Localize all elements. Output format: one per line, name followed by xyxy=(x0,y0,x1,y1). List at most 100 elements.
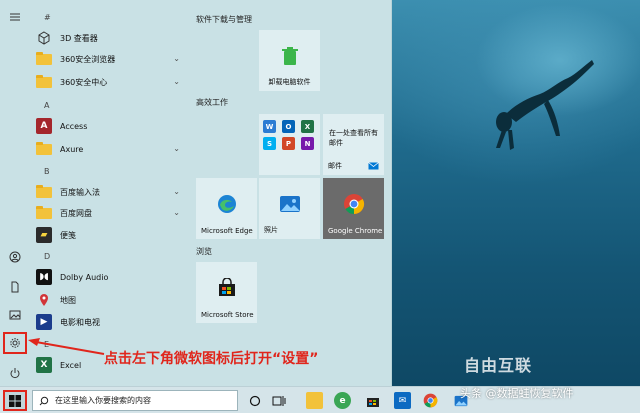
tile-label: 卸载电脑软件 xyxy=(268,78,311,86)
tile-edge[interactable]: Microsoft Edge xyxy=(196,178,257,239)
tile-office-apps[interactable]: W O X S P N xyxy=(259,114,320,175)
tile-chrome[interactable]: Google Chrome xyxy=(323,178,384,239)
annotation-arrow xyxy=(28,338,105,355)
pictures-button[interactable] xyxy=(3,304,27,326)
chevron-down-icon: ⌄ xyxy=(173,208,180,217)
hamburger-menu-button[interactable] xyxy=(3,6,27,28)
windows-start-button[interactable] xyxy=(3,390,27,411)
tile-uninstall[interactable]: 卸载电脑软件 xyxy=(259,30,320,91)
swimmer-image xyxy=(496,60,594,150)
power-icon xyxy=(10,368,20,379)
access-icon: A xyxy=(36,118,52,134)
skype-icon: S xyxy=(263,137,276,150)
edge-icon xyxy=(217,194,236,213)
app-sticky-notes[interactable]: ▰ 便笺 xyxy=(36,224,186,246)
folder-icon xyxy=(36,184,52,198)
app-label: Dolby Audio xyxy=(60,272,109,282)
search-placeholder: 在这里输入你要搜索的内容 xyxy=(55,396,151,405)
folder-icon xyxy=(36,74,52,88)
documents-button[interactable] xyxy=(3,276,27,298)
store-button[interactable] xyxy=(364,392,381,409)
tile-label: Microsoft Store xyxy=(201,311,254,319)
trash-icon xyxy=(281,46,298,65)
tile-group-title: 高效工作 xyxy=(196,98,228,107)
task-view-icon xyxy=(272,395,285,406)
cube-icon xyxy=(36,30,52,46)
app-360-security-folder[interactable]: 360安全中心 ⌄ xyxy=(36,71,186,93)
store-icon xyxy=(218,277,235,296)
mail-button[interactable]: ✉ xyxy=(394,392,411,409)
account-button[interactable] xyxy=(3,246,27,268)
browser-e-icon: e xyxy=(339,395,346,406)
store-bag-icon xyxy=(366,397,379,407)
app-baidu-ime-folder[interactable]: 百度输入法 ⌄ xyxy=(36,181,186,203)
onenote-icon: N xyxy=(301,137,314,150)
excel-icon: X xyxy=(301,120,314,133)
power-button[interactable] xyxy=(3,362,27,384)
group-header-d: D xyxy=(44,252,51,261)
app-label: 3D 查看器 xyxy=(60,33,98,43)
dolby-icon: ◗◖ xyxy=(36,269,52,285)
taskbar-search-box[interactable]: 在这里输入你要搜索的内容 xyxy=(32,390,238,411)
cortana-icon xyxy=(249,395,260,406)
app-label: Access xyxy=(60,121,88,131)
windows-logo-icon xyxy=(9,394,21,407)
chevron-down-icon: ⌄ xyxy=(173,187,180,196)
tile-label: 照片 xyxy=(264,226,278,234)
folder-icon xyxy=(36,205,52,219)
tile-area: 软件下载与管理 卸载电脑软件 高效工作 W O X S P N 在一处查看所有邮… xyxy=(190,0,392,386)
gear-icon xyxy=(10,338,20,348)
document-icon xyxy=(11,281,19,293)
360-browser-button[interactable]: e xyxy=(334,392,351,409)
picture-icon xyxy=(9,310,21,320)
tile-label: Microsoft Edge xyxy=(201,227,253,235)
task-view-button[interactable] xyxy=(270,392,287,409)
cortana-button[interactable] xyxy=(246,392,263,409)
chevron-down-icon: ⌄ xyxy=(173,77,180,86)
sticky-notes-icon: ▰ xyxy=(36,227,52,243)
file-explorer-button[interactable] xyxy=(306,392,323,409)
powerpoint-icon: P xyxy=(282,137,295,150)
maps-icon xyxy=(36,292,52,308)
app-movies-tv[interactable]: ▶ 电影和电视 xyxy=(36,311,186,333)
app-label: 电影和电视 xyxy=(60,317,100,327)
tile-photos[interactable]: 照片 xyxy=(259,178,320,239)
app-label: 便笺 xyxy=(60,230,76,240)
folder-icon xyxy=(36,51,52,65)
app-dolby-audio[interactable]: ◗◖ Dolby Audio xyxy=(36,266,186,288)
tile-group-title: 浏览 xyxy=(196,247,212,256)
app-label: 360安全中心 xyxy=(60,77,108,87)
chevron-down-icon: ⌄ xyxy=(173,54,180,63)
app-axure-folder[interactable]: Axure ⌄ xyxy=(36,138,186,160)
app-baidu-netdisk-folder[interactable]: 百度网盘 ⌄ xyxy=(36,202,186,224)
app-access[interactable]: A Access xyxy=(36,115,186,137)
movies-tv-icon: ▶ xyxy=(36,314,52,330)
app-list: # 3D 查看器 360安全浏览器 ⌄ 360安全中心 ⌄ A A Access… xyxy=(30,0,190,386)
search-icon xyxy=(39,396,49,405)
tile-store[interactable]: Microsoft Store xyxy=(196,262,257,323)
chrome-icon xyxy=(343,193,364,214)
mail-envelope-icon: ✉ xyxy=(398,395,407,406)
group-header-hash: # xyxy=(44,13,51,22)
start-menu: # 3D 查看器 360安全浏览器 ⌄ 360安全中心 ⌄ A A Access… xyxy=(0,0,392,386)
outlook-icon: O xyxy=(282,120,295,133)
watermark-logo: 自由互联 xyxy=(464,356,533,375)
app-label: 360安全浏览器 xyxy=(60,54,116,64)
app-maps[interactable]: 地图 xyxy=(36,289,186,311)
tile-mail[interactable]: 在一处查看所有 邮件 邮件 xyxy=(323,114,384,175)
start-left-rail xyxy=(0,0,30,386)
app-3d-viewer[interactable]: 3D 查看器 xyxy=(36,27,186,49)
tile-group-title: 软件下载与管理 xyxy=(196,15,252,24)
chrome-button[interactable] xyxy=(422,392,439,409)
tile-label: Google Chrome xyxy=(328,227,383,235)
tile-label: 邮件 xyxy=(328,162,342,170)
app-label: 百度输入法 xyxy=(60,187,100,197)
app-label: Axure xyxy=(60,144,84,154)
app-360-browser-folder[interactable]: 360安全浏览器 ⌄ xyxy=(36,48,186,70)
annotation-text: 点击左下角微软图标后打开“设置” xyxy=(104,351,319,367)
chrome-icon xyxy=(423,393,438,408)
folder-icon xyxy=(36,141,52,155)
envelope-icon xyxy=(368,162,379,170)
office-app-grid: W O X S P N xyxy=(263,120,316,150)
excel-icon: X xyxy=(36,357,52,373)
